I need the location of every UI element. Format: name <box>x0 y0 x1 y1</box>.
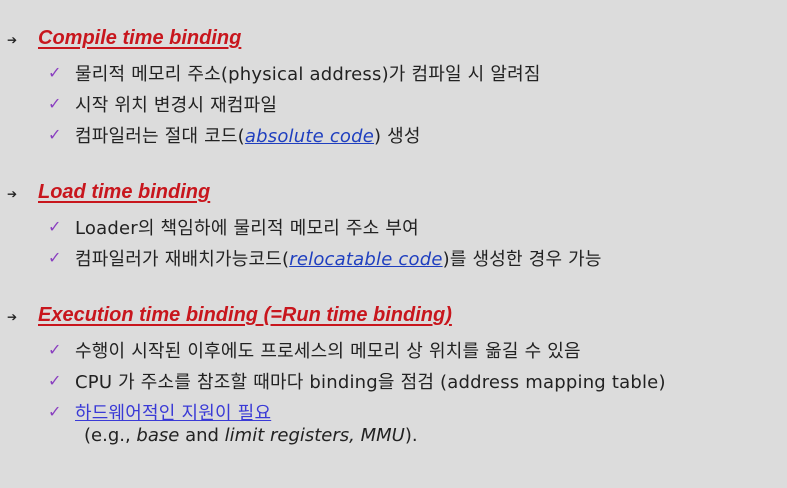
item-list: ✓ Loader의 책임하에 물리적 메모리 주소 부여 ✓ 컴파일러가 재배치… <box>48 211 602 273</box>
item-text-post: ) 생성 <box>374 125 421 147</box>
example-note: (e.g., base and limit registers, MMU). <box>84 425 418 446</box>
item-text-pre: 컴파일러가 재배치가능코드( <box>75 248 290 270</box>
emphasis-term: absolute code <box>244 125 375 147</box>
example-mid: and <box>179 425 225 446</box>
item-list: ✓ 물리적 메모리 주소(physical address)가 컴파일 시 알려… <box>48 57 541 150</box>
checkmark-icon: ✓ <box>48 125 62 144</box>
checkmark-icon: ✓ <box>48 248 62 267</box>
list-item: ✓ Loader의 책임하에 물리적 메모리 주소 부여 <box>48 211 602 242</box>
arrow-bullet-icon: ➔ <box>7 310 18 324</box>
list-item: ✓ CPU 가 주소를 참조할 때마다 binding을 점검 (address… <box>48 365 666 396</box>
item-text: 물리적 메모리 주소(physical address)가 컴파일 시 알려짐 <box>75 63 541 85</box>
list-item: ✓ 물리적 메모리 주소(physical address)가 컴파일 시 알려… <box>48 57 541 88</box>
checkmark-icon: ✓ <box>48 402 62 421</box>
section-title: Execution time binding (=Run time bindin… <box>38 304 452 326</box>
list-item: ✓ 컴파일러가 재배치가능코드(relocatable code)를 생성한 경… <box>48 242 602 273</box>
checkmark-icon: ✓ <box>48 340 62 359</box>
slide: ➔ Compile time binding ✓ 물리적 메모리 주소(phys… <box>0 0 787 488</box>
checkmark-icon: ✓ <box>48 94 62 113</box>
list-item: ✓ 수행이 시작된 이후에도 프로세스의 메모리 상 위치를 옮길 수 있음 <box>48 334 666 365</box>
checkmark-icon: ✓ <box>48 63 62 82</box>
hardware-support-link[interactable]: 하드웨어적인 지원이 필요 <box>75 399 271 425</box>
item-text: 컴파일러는 절대 코드(absolute code) 생성 <box>75 122 421 148</box>
item-text: 시작 위치 변경시 재컴파일 <box>75 94 278 116</box>
item-text: Loader의 책임하에 물리적 메모리 주소 부여 <box>75 217 419 239</box>
item-text: 컴파일러가 재배치가능코드(relocatable code)를 생성한 경우 … <box>75 245 602 271</box>
example-limit: limit registers, MMU <box>224 425 405 446</box>
checkmark-icon: ✓ <box>48 371 62 390</box>
arrow-bullet-icon: ➔ <box>7 33 18 47</box>
emphasis-term: relocatable code <box>289 248 443 270</box>
list-item: ✓ 시작 위치 변경시 재컴파일 <box>48 88 541 119</box>
item-text: 수행이 시작된 이후에도 프로세스의 메모리 상 위치를 옮길 수 있음 <box>75 340 581 362</box>
arrow-bullet-icon: ➔ <box>7 187 18 201</box>
section-title: Compile time binding <box>38 27 242 49</box>
example-base: base <box>136 425 180 446</box>
item-text-post: )를 생성한 경우 가능 <box>442 248 602 270</box>
example-post: ). <box>404 425 418 446</box>
example-pre: (e.g., <box>84 425 137 446</box>
list-item: ✓ 컴파일러는 절대 코드(absolute code) 생성 <box>48 119 541 150</box>
list-item: ✓ 하드웨어적인 지원이 필요 <box>48 396 666 427</box>
section-title: Load time binding <box>38 181 211 203</box>
item-text: CPU 가 주소를 참조할 때마다 binding을 점검 (address m… <box>75 371 666 393</box>
item-text-pre: 컴파일러는 절대 코드( <box>75 125 245 147</box>
checkmark-icon: ✓ <box>48 217 62 236</box>
item-list: ✓ 수행이 시작된 이후에도 프로세스의 메모리 상 위치를 옮길 수 있음 ✓… <box>48 334 666 427</box>
